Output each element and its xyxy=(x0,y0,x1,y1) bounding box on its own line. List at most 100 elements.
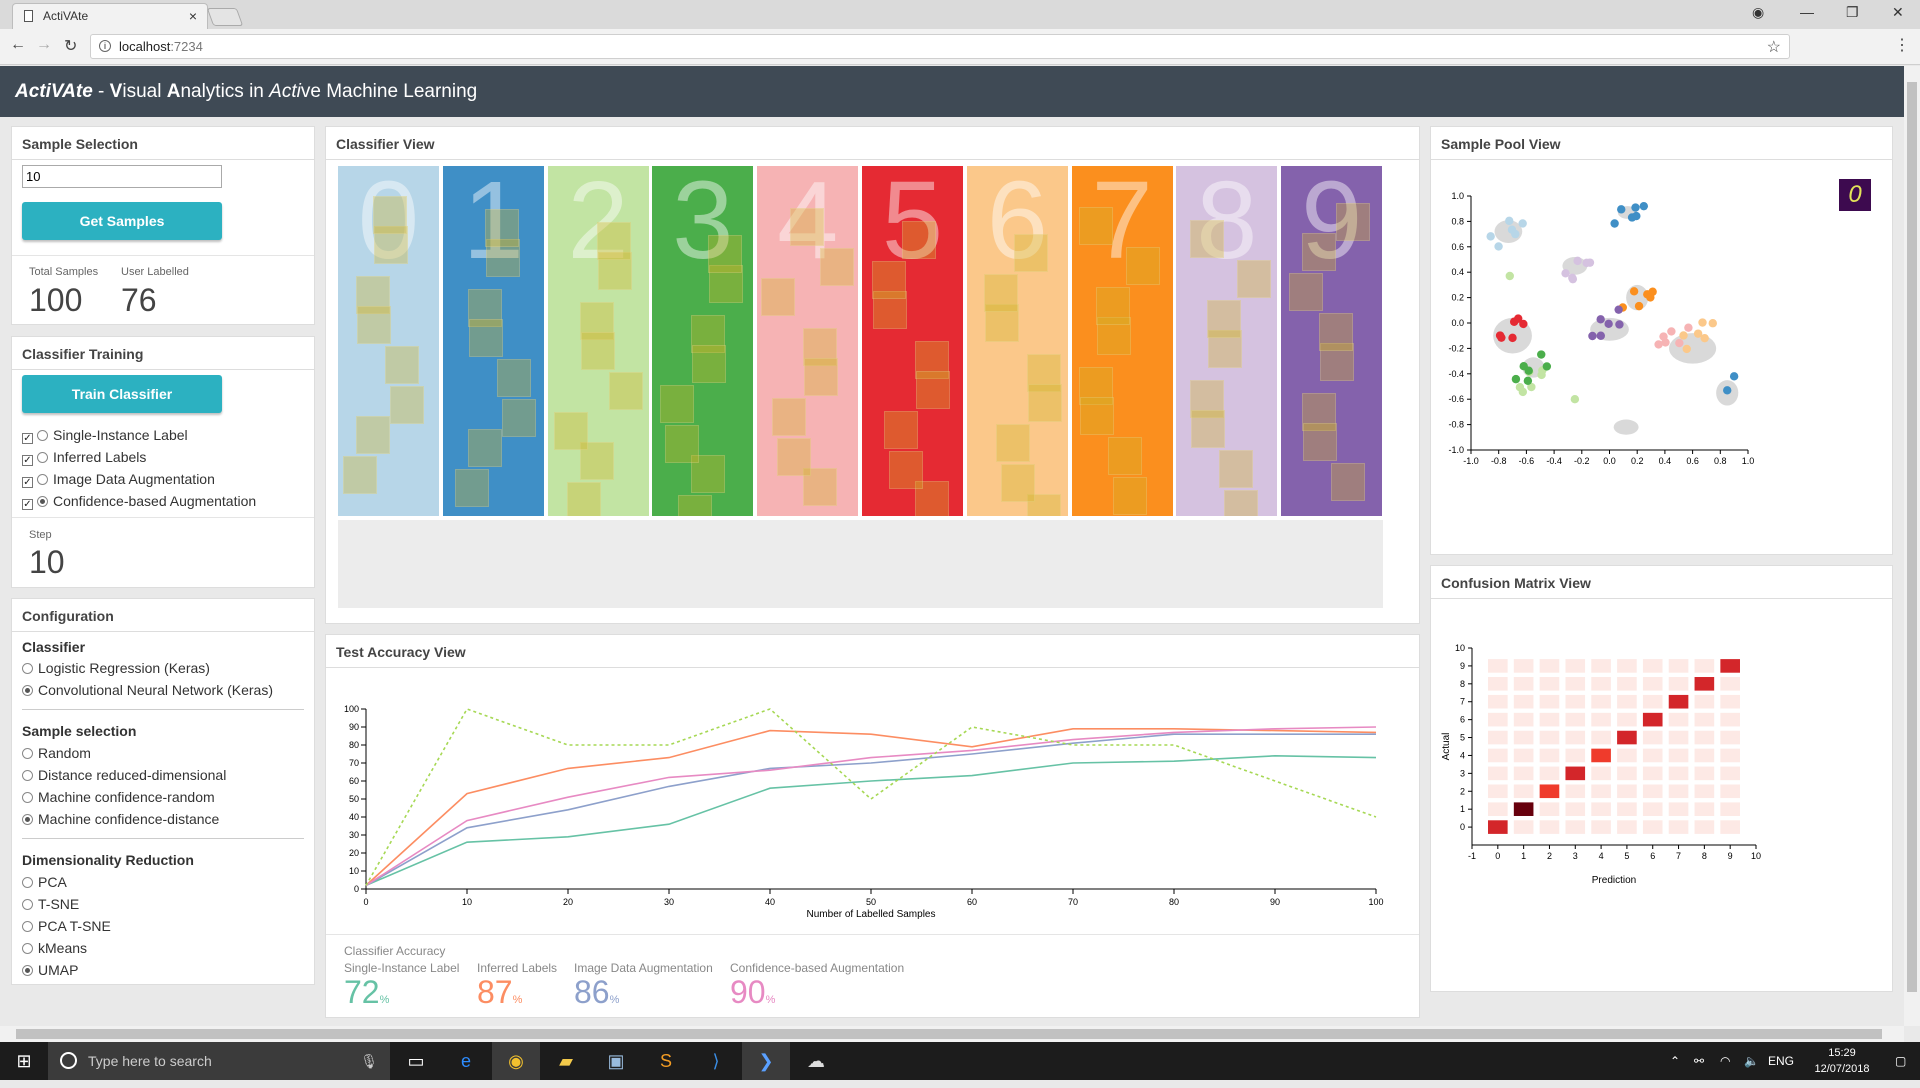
option-kmeans[interactable]: kMeans xyxy=(22,940,87,956)
sample-thumbnail[interactable] xyxy=(1319,313,1354,351)
class-column-0[interactable]: 0 xyxy=(338,166,439,516)
sample-thumbnail[interactable] xyxy=(1112,477,1147,515)
close-window-icon[interactable]: ✕ xyxy=(1892,4,1904,21)
vscode-icon[interactable]: ⟩ xyxy=(692,1042,740,1080)
sample-thumbnail[interactable] xyxy=(1125,247,1160,285)
sample-thumbnail[interactable] xyxy=(1013,234,1048,272)
sample-thumbnail[interactable] xyxy=(580,332,615,370)
powershell-icon[interactable]: ❯ xyxy=(742,1042,790,1080)
forward-icon[interactable]: → xyxy=(36,36,52,54)
radio[interactable] xyxy=(22,921,33,932)
volume-icon[interactable]: 🔈 xyxy=(1744,1042,1759,1080)
sample-thumbnail[interactable] xyxy=(596,222,631,260)
sample-thumbnail[interactable] xyxy=(777,438,812,476)
sample-thumbnail[interactable] xyxy=(1289,273,1324,311)
sample-thumbnail[interactable] xyxy=(553,412,588,450)
reload-icon[interactable]: ↻ xyxy=(64,36,77,56)
bookmark-star-icon[interactable]: ☆ xyxy=(1767,36,1781,59)
get-samples-button[interactable]: Get Samples xyxy=(22,202,222,240)
sample-thumbnail[interactable] xyxy=(916,371,950,409)
sample-thumbnail[interactable] xyxy=(983,274,1018,312)
radio[interactable] xyxy=(22,943,33,954)
sample-thumbnail[interactable] xyxy=(889,451,923,489)
radio[interactable] xyxy=(22,663,33,674)
option-tsne[interactable]: T-SNE xyxy=(22,896,79,912)
option-single-instance[interactable]: ✓ Single-Instance Label xyxy=(22,427,188,444)
option-confidence-distance[interactable]: Machine confidence-distance xyxy=(22,811,219,827)
class-column-5[interactable]: 5 xyxy=(862,166,963,516)
sample-thumbnail[interactable] xyxy=(484,209,519,247)
sample-thumbnail[interactable] xyxy=(820,248,855,286)
sample-thumbnail[interactable] xyxy=(660,385,695,423)
sample-thumbnail[interactable] xyxy=(390,386,424,424)
option-umap[interactable]: UMAP xyxy=(22,962,78,978)
sample-thumbnail[interactable] xyxy=(373,196,407,234)
sample-thumbnail[interactable] xyxy=(665,425,700,463)
task-view-icon[interactable]: ▭ xyxy=(392,1042,440,1080)
sample-thumbnail[interactable] xyxy=(692,345,727,383)
back-icon[interactable]: ← xyxy=(10,36,26,54)
sample-thumbnail[interactable] xyxy=(356,416,390,454)
option-random[interactable]: Random xyxy=(22,745,91,761)
sample-thumbnail[interactable] xyxy=(467,429,502,467)
sample-thumbnail[interactable] xyxy=(1107,437,1142,475)
sample-thumbnail[interactable] xyxy=(468,319,503,357)
sample-thumbnail[interactable] xyxy=(1027,384,1062,422)
windows-start-icon[interactable]: ⊞ xyxy=(0,1042,48,1080)
class-column-8[interactable]: 8 xyxy=(1176,166,1278,516)
url-input[interactable]: i localhost:7234 ☆ xyxy=(90,34,1790,59)
sample-thumbnail[interactable] xyxy=(1190,220,1225,258)
option-distance-reduced[interactable]: Distance reduced-dimensional xyxy=(22,767,226,783)
sample-thumbnail[interactable] xyxy=(1000,464,1035,502)
menu-kebab-icon[interactable]: ⋮ xyxy=(1894,35,1910,55)
radio[interactable] xyxy=(37,474,48,485)
language-indicator[interactable]: ENG xyxy=(1768,1042,1794,1080)
sample-thumbnail[interactable] xyxy=(772,398,807,436)
sample-count-input[interactable] xyxy=(22,165,222,188)
sample-thumbnail[interactable] xyxy=(501,399,536,437)
option-inferred-labels[interactable]: ✓ Inferred Labels xyxy=(22,449,146,466)
radio[interactable] xyxy=(22,877,33,888)
sample-thumbnail[interactable] xyxy=(884,411,918,449)
sample-thumbnail[interactable] xyxy=(385,346,419,384)
sample-thumbnail[interactable] xyxy=(1336,203,1371,241)
option-cnn[interactable]: Convolutional Neural Network (Keras) xyxy=(22,682,273,698)
sample-thumbnail[interactable] xyxy=(343,456,377,494)
option-confidence-random[interactable]: Machine confidence-random xyxy=(22,789,215,805)
sample-thumbnail[interactable] xyxy=(608,372,643,410)
radio[interactable] xyxy=(37,496,48,507)
maximize-icon[interactable]: ❐ xyxy=(1846,4,1859,21)
sample-thumbnail[interactable] xyxy=(1219,450,1254,488)
clock-date[interactable]: 12/07/2018 xyxy=(1808,1050,1876,1088)
checkbox[interactable]: ✓ xyxy=(22,455,33,466)
class-column-3[interactable]: 3 xyxy=(652,166,754,516)
classifier-drop-area[interactable] xyxy=(338,520,1383,608)
sample-thumbnail[interactable] xyxy=(678,495,713,516)
class-column-1[interactable]: 1 xyxy=(442,166,544,516)
option-image-augmentation[interactable]: ✓ Image Data Augmentation xyxy=(22,471,215,488)
sample-thumbnail[interactable] xyxy=(761,278,796,316)
sample-thumbnail[interactable] xyxy=(1095,287,1130,325)
chrome-icon[interactable]: ◉ xyxy=(492,1042,540,1080)
sample-thumbnail[interactable] xyxy=(1191,410,1226,448)
terminal-icon[interactable]: ▣ xyxy=(592,1042,640,1080)
sample-thumbnail[interactable] xyxy=(1303,423,1338,461)
sample-thumbnail[interactable] xyxy=(1331,463,1366,501)
radio[interactable] xyxy=(37,430,48,441)
checkbox[interactable]: ✓ xyxy=(22,433,33,444)
checkbox[interactable]: ✓ xyxy=(22,477,33,488)
sample-thumbnail[interactable] xyxy=(1302,233,1337,271)
notifications-icon[interactable]: ▢ xyxy=(1895,1042,1906,1080)
sample-thumbnail[interactable] xyxy=(454,469,489,507)
radio[interactable] xyxy=(22,814,33,825)
class-column-6[interactable]: 6 xyxy=(966,166,1068,516)
class-column-7[interactable]: 7 xyxy=(1071,166,1173,516)
sample-thumbnail[interactable] xyxy=(496,359,531,397)
sample-thumbnail[interactable] xyxy=(1079,397,1114,435)
minimize-icon[interactable]: — xyxy=(1800,4,1814,20)
sample-thumbnail[interactable] xyxy=(708,235,743,273)
class-column-9[interactable]: 9 xyxy=(1281,166,1383,516)
sample-thumbnail[interactable] xyxy=(1078,207,1113,245)
radio[interactable] xyxy=(22,965,33,976)
sublime-icon[interactable]: S xyxy=(642,1042,690,1080)
